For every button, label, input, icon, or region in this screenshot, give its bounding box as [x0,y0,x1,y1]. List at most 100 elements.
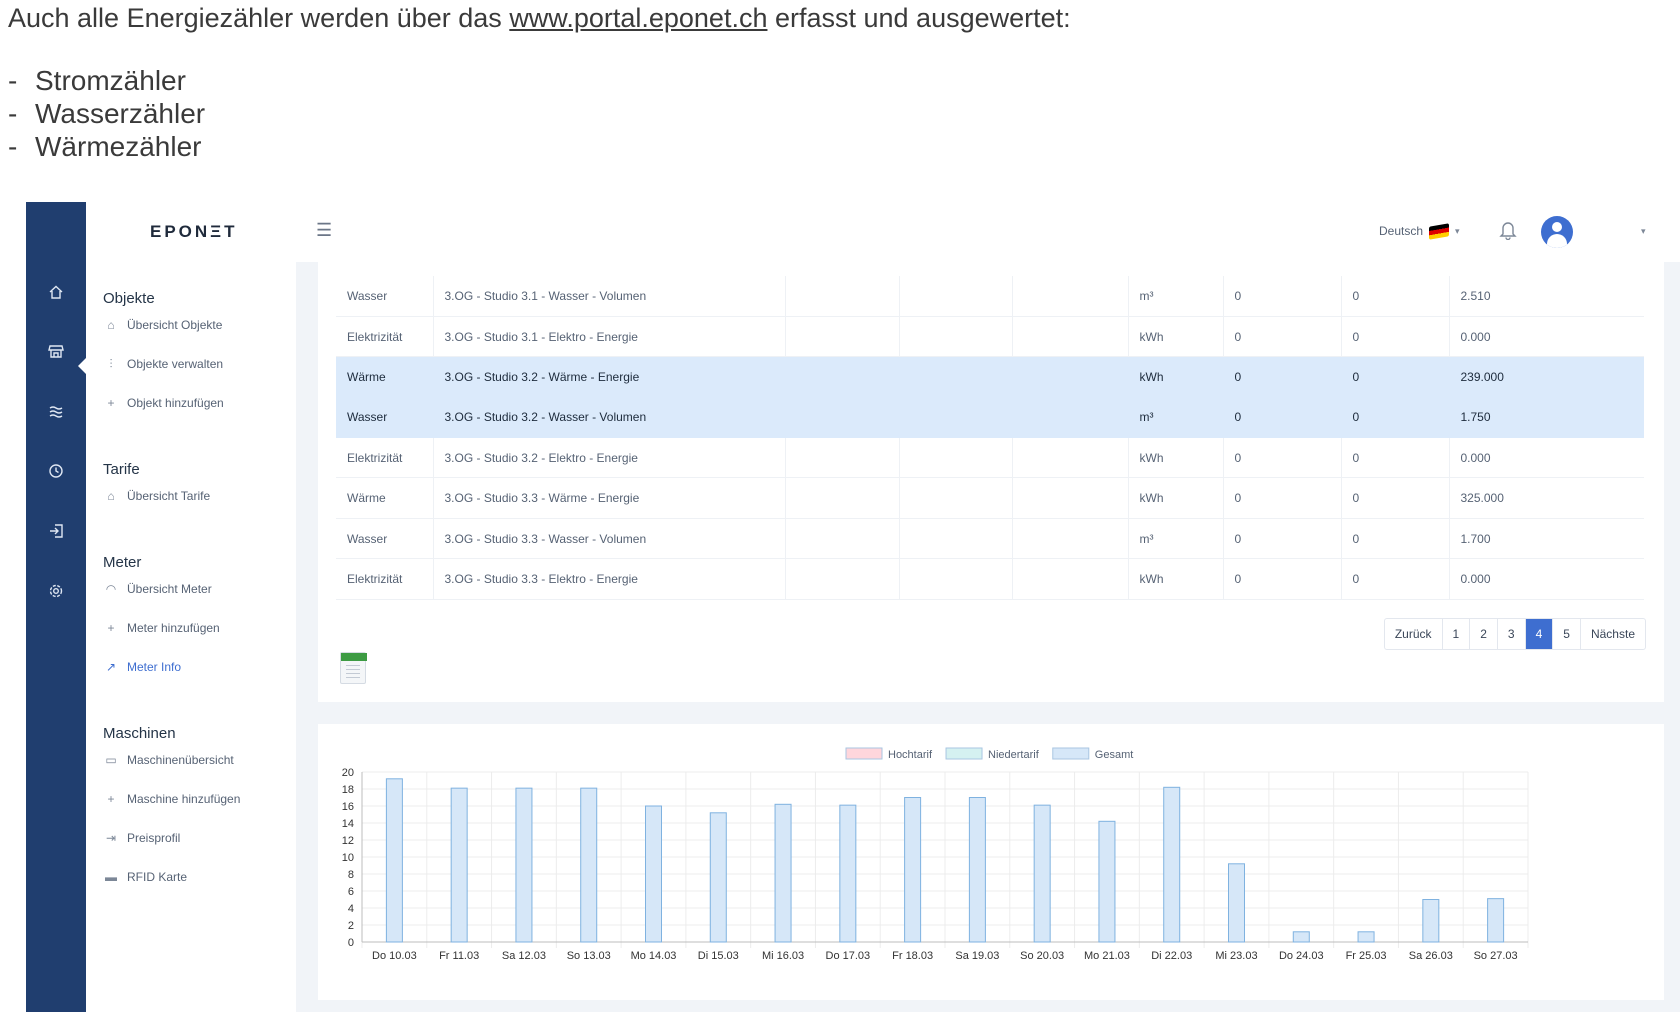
portal-link[interactable]: www.portal.eponet.ch [509,3,767,33]
pagination-page-5[interactable]: 5 [1553,619,1581,649]
reading-cell: 325.000 [1449,477,1644,519]
waves-icon[interactable] [44,403,68,427]
pagination: Zurück 1 2 3 4 5 Nächste [1383,618,1646,650]
meter-type-cell: Wärme [336,477,434,519]
plus-icon: + [107,792,115,806]
value-2-cell: 0 [1341,316,1450,358]
pagination-page-2[interactable]: 2 [1470,619,1498,649]
unit-cell: kWh [1128,316,1224,358]
login-icon: ⇥ [105,831,117,845]
reading-cell: 1.700 [1449,518,1644,560]
table-row[interactable]: Elektrizität 3.OG - Studio 3.2 - Elektro … [336,437,1644,479]
x-tick-label: Mi 23.03 [1215,950,1257,962]
pagination-page-3[interactable]: 3 [1498,619,1526,649]
language-selector[interactable]: Deutsch ▾ [1379,222,1460,240]
store-icon[interactable] [44,343,68,367]
x-tick-label: So 27.03 [1474,950,1518,962]
sidebar-item-rfid-karte[interactable]: ▬ RFID Karte [103,866,187,888]
table-row[interactable]: Wasser 3.OG - Studio 3.1 - Wasser - Volum… [336,276,1644,317]
x-tick-label: Fr 11.03 [439,950,479,962]
x-tick-label: Mo 14.03 [631,950,677,962]
bar-gesamt [580,787,598,943]
y-tick-label: 6 [348,886,354,898]
sidebar-item-uebersicht-meter[interactable]: ◠ Übersicht Meter [103,578,212,600]
sidebar-item-uebersicht-objekte[interactable]: ⌂ Übersicht Objekte [103,314,222,336]
consumption-chart-card: Hochtarif Niedertarif Gesamt 0 2 4 6 8 10 12 14 16 1… [318,724,1664,1000]
meter-type-cell: Elektrizität [336,558,434,600]
sidebar-item-label: Maschinenübersicht [127,753,234,767]
home-icon[interactable] [44,284,68,308]
login-icon[interactable] [44,523,68,547]
empty-cell [785,316,900,358]
plus-icon: + [107,621,115,635]
sidebar-item-uebersicht-tarife[interactable]: ⌂ Übersicht Tarife [103,485,210,507]
intro-text-after: erfasst und ausgewertet: [767,3,1071,33]
meter-type-label: Stromzähler [35,65,186,96]
sidebar-item-objekt-hinzufuegen[interactable]: + Objekt hinzufügen [103,392,223,414]
empty-cell [785,397,900,439]
unit-cell: kWh [1128,356,1224,398]
pagination-next-button[interactable]: Nächste [1581,619,1645,649]
sidebar-item-preisprofil[interactable]: ⇥ Preisprofil [103,827,180,849]
bar-gesamt [1422,899,1440,943]
legend-label: Gesamt [1095,749,1134,761]
hamburger-menu-icon[interactable]: ☰ [316,220,332,241]
reading-cell: 1.750 [1449,397,1644,439]
eponet-logo[interactable]: EPONΞT [150,222,238,242]
x-tick-label: Mi 16.03 [762,950,804,962]
table-row[interactable]: Elektrizität 3.OG - Studio 3.3 - Elektro … [336,558,1644,600]
table-row[interactable]: Elektrizität 3.OG - Studio 3.1 - Elektro … [336,316,1644,358]
meter-name-cell: 3.OG - Studio 3.3 - Elektro - Energie [433,558,786,600]
clock-icon[interactable] [44,463,68,487]
gear-icon[interactable] [44,583,68,607]
user-menu-chevron-icon[interactable]: ▾ [1641,226,1646,237]
empty-cell [899,397,1013,439]
meter-type-label: Wärmezähler [35,131,202,162]
sidebar-item-maschinenuebersicht[interactable]: ▭ Maschinenübersicht [103,749,234,771]
unit-cell: kWh [1128,477,1224,519]
meter-type-cell: Wasser [336,397,434,439]
unit-cell: kWh [1128,437,1224,479]
sidebar-item-meter-hinzufuegen[interactable]: + Meter hinzufügen [103,617,219,639]
meter-type-cell: Wasser [336,276,434,317]
sliders-icon: ⫶ [109,356,113,371]
bar-gesamt [839,804,857,943]
unit-cell: m³ [1128,276,1224,317]
user-avatar-icon[interactable] [1541,216,1573,248]
x-tick-label: Sa 12.03 [502,950,546,962]
sidebar: EPONΞT Objekte ⌂ Übersicht Objekte ⫶ Objek… [86,202,296,1012]
bell-icon[interactable] [1499,220,1517,245]
meter-name-cell: 3.OG - Studio 3.1 - Elektro - Energie [433,316,786,358]
meter-type-item: - Stromzähler [8,64,1668,97]
sidebar-item-maschine-hinzufuegen[interactable]: + Maschine hinzufügen [103,788,240,810]
list-dash: - [8,131,18,162]
icon-rail [26,202,86,1012]
pagination-page-1[interactable]: 1 [1443,619,1471,649]
empty-cell [785,356,900,398]
menu-section-tarife: Tarife [103,461,140,478]
active-indicator [78,358,86,374]
excel-export-icon[interactable] [340,652,367,684]
meter-table-card: Wasser 3.OG - Studio 3.1 - Wasser - Volum… [318,262,1664,702]
x-tick-label: Fr 18.03 [892,950,933,962]
sidebar-item-meter-info[interactable]: ↗ Meter Info [103,656,181,678]
line-chart-icon: ↗ [105,660,117,674]
table-row[interactable]: Wasser 3.OG - Studio 3.3 - Wasser - Volum… [336,518,1644,560]
meter-name-cell: 3.OG - Studio 3.3 - Wasser - Volumen [433,518,786,560]
bar-gesamt [1357,931,1375,943]
empty-cell [1012,316,1129,358]
table-row[interactable]: Wasser 3.OG - Studio 3.2 - Wasser - Volum… [336,397,1644,439]
sidebar-item-label: RFID Karte [127,870,188,884]
x-tick-label: Fr 25.03 [1346,950,1387,962]
table-row[interactable]: Wärme 3.OG - Studio 3.3 - Wärme - Energie… [336,477,1644,519]
table-row[interactable]: Wärme 3.OG - Studio 3.2 - Wärme - Energie… [336,356,1644,398]
value-1-cell: 0 [1223,397,1342,439]
value-2-cell: 0 [1341,518,1450,560]
pagination-prev-button[interactable]: Zurück [1385,619,1443,649]
y-tick-label: 0 [348,937,354,949]
sidebar-item-label: Preisprofil [127,831,181,845]
sidebar-item-objekte-verwalten[interactable]: ⫶ Objekte verwalten [103,353,223,375]
reading-cell: 0.000 [1449,316,1644,358]
pagination-page-4[interactable]: 4 [1525,619,1554,649]
x-tick-label: Do 10.03 [372,950,417,962]
